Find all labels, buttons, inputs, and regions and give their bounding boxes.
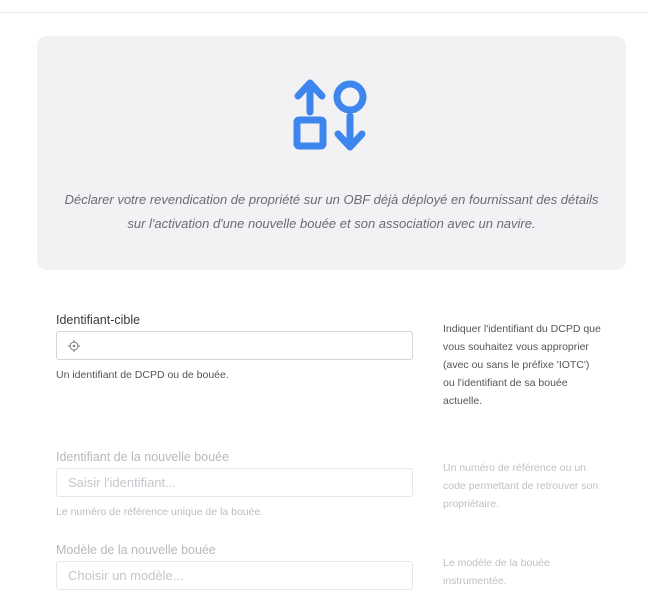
new-buoy-id-hint: Le numéro de référence unique de la boué…	[56, 506, 264, 518]
new-buoy-id-placeholder: Saisir l'identifiant...	[68, 475, 176, 490]
crosshair-icon	[68, 340, 80, 352]
intro-description: Déclarer votre revendication de propriét…	[64, 192, 599, 231]
target-id-input[interactable]	[56, 331, 413, 360]
target-id-label: Identifiant-cible	[56, 313, 141, 327]
new-buoy-id-label: Identifiant de la nouvelle bouée	[56, 450, 230, 464]
intro-panel: Déclarer votre revendication de propriét…	[37, 36, 626, 270]
new-buoy-model-select[interactable]: Choisir un modèle...	[56, 561, 413, 590]
new-buoy-model-help: Le modèle de la bouée instrumentée.	[443, 557, 550, 587]
shapes-exchange-icon	[293, 79, 367, 151]
new-buoy-model-label: Modèle de la nouvelle bouée	[56, 543, 216, 557]
target-id-help: Indiquer l'identifiant du DCPD que vous …	[443, 323, 601, 407]
new-buoy-model-placeholder: Choisir un modèle...	[68, 568, 184, 583]
new-buoy-id-help: Un numéro de référence ou un code permet…	[443, 462, 599, 510]
top-divider	[0, 12, 648, 13]
new-buoy-id-input[interactable]: Saisir l'identifiant...	[56, 468, 413, 497]
target-id-hint: Un identifiant de DCPD ou de bouée.	[56, 369, 229, 381]
